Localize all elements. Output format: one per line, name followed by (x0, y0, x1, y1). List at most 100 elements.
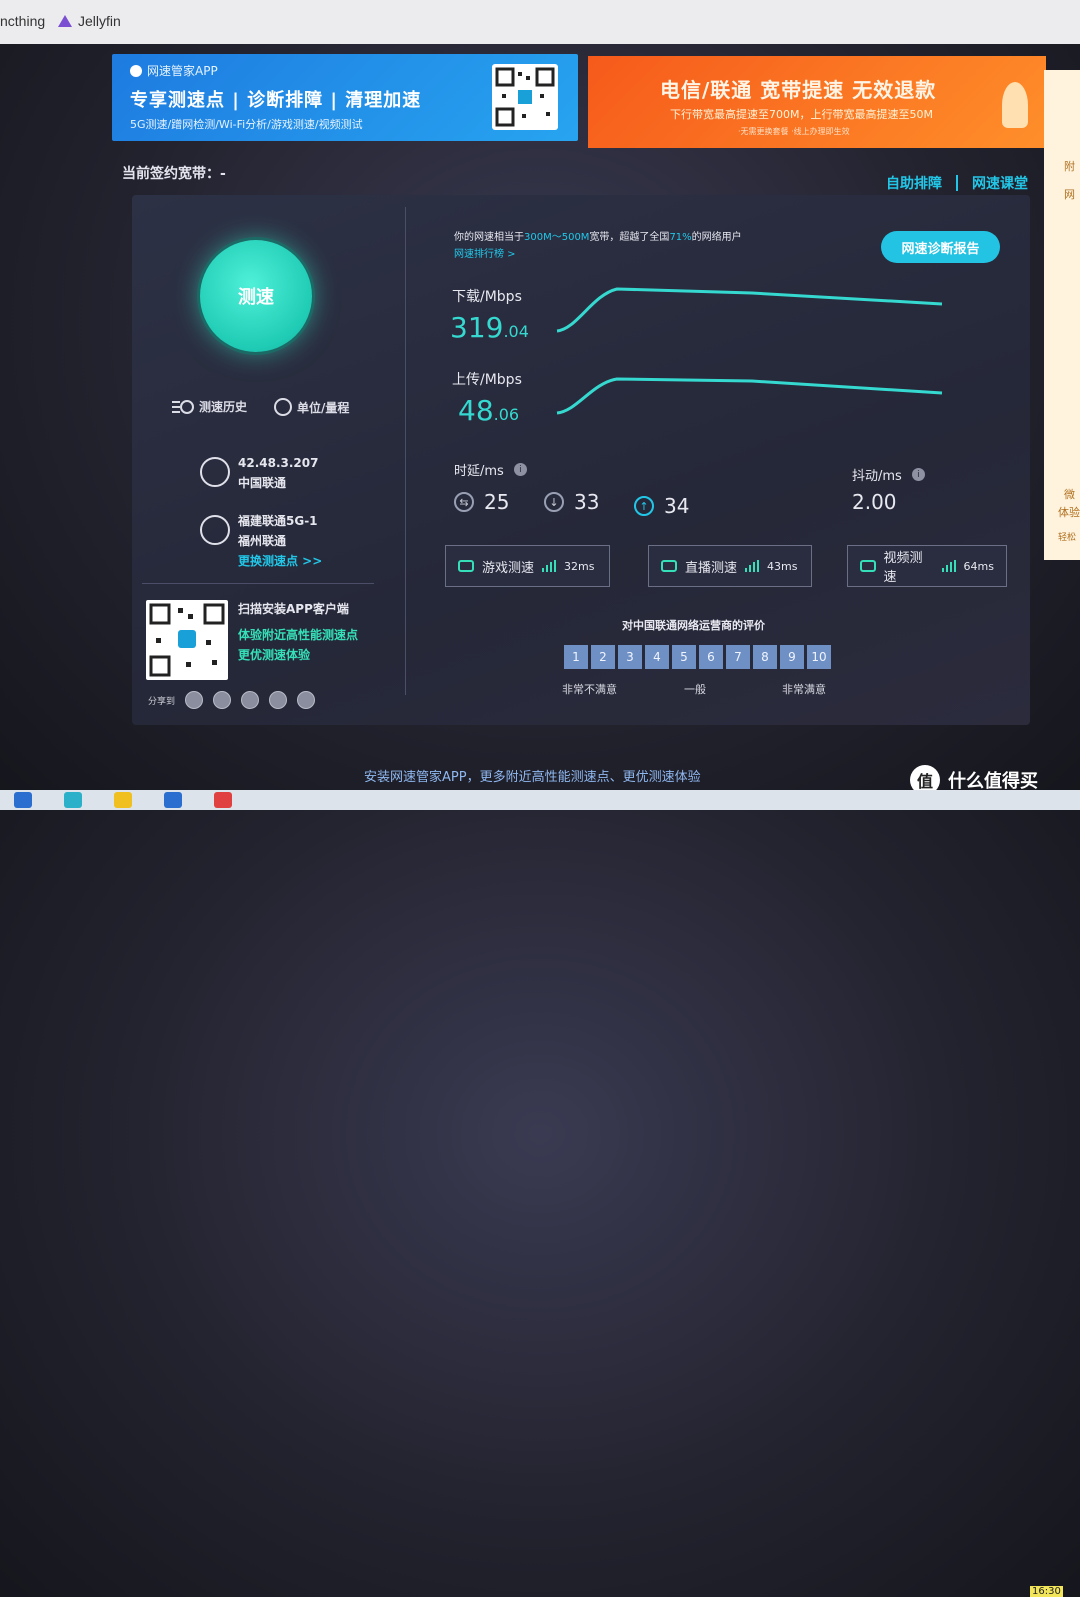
video-test-button[interactable]: 视频测速 64ms (847, 545, 1007, 587)
qr-code-icon (492, 64, 558, 130)
app-logo-icon (130, 64, 142, 77)
share-label: 分享到 (148, 696, 176, 707)
ping-icon: ⇆ (454, 492, 474, 512)
latency-ping-value: 25 (484, 490, 510, 514)
rating-high-label: 非常满意 (782, 683, 826, 696)
qr-title: 扫描安装APP客户端 (238, 602, 349, 616)
rating-mid-label: 一般 (684, 683, 706, 696)
location-pin-icon (200, 457, 230, 487)
rank-prefix: 你的网速相当于 (454, 232, 524, 243)
units-button[interactable]: 单位/量程 (274, 398, 349, 416)
rating-option[interactable]: 10 (807, 645, 831, 669)
bookmark-jellyfin[interactable]: Jellyfin (58, 13, 121, 29)
panel-divider (405, 207, 406, 695)
rating-option[interactable]: 2 (591, 645, 615, 669)
qq-icon[interactable] (241, 691, 260, 709)
jitter-header: 抖动/ms i (852, 465, 925, 484)
download-int: 319 (450, 311, 504, 344)
qr-line-2: 更优测速体验 (238, 648, 311, 662)
info-icon[interactable]: i (911, 468, 925, 481)
signal-bars-icon (941, 560, 956, 572)
test-ms: 64ms (963, 559, 994, 573)
signal-bars-icon (542, 560, 557, 572)
side-ad-text: 微 (1064, 488, 1075, 501)
gear-icon (274, 398, 292, 416)
bottom-promo[interactable]: 安装网速管家APP，更多附近高性能测速点、更优测速体验 (364, 766, 701, 785)
upload-int: 48 (458, 394, 494, 427)
speedtest-panel: 测速 测速历史 单位/量程 42.48.3.207 中国联通 福建联通5G-1 … (132, 195, 1030, 725)
bookmark-label: ncthing (0, 13, 46, 29)
history-label: 测速历史 (199, 400, 248, 414)
taskbar-app-icon[interactable] (114, 792, 132, 808)
ip-isp: 中国联通 (238, 476, 287, 490)
top-links: 自助排障 网速课堂 (886, 173, 1028, 193)
jellyfin-icon (58, 15, 72, 27)
banner-brand: 网速管家APP (130, 62, 218, 79)
speed-ranking-link[interactable]: 网速排行榜 > (454, 245, 516, 260)
side-ad-text: 轻松 (1058, 533, 1077, 543)
diagnosis-report-button[interactable]: 网速诊断报告 (881, 231, 1000, 263)
app-qr-code-icon (146, 600, 228, 680)
side-ad-text: 体验 (1058, 506, 1080, 519)
server-name: 福建联通5G-1 (238, 514, 318, 528)
latency-header: 时延/ms i (454, 460, 527, 479)
game-test-button[interactable]: 游戏测速 32ms (445, 545, 610, 587)
isp-speedup-banner[interactable]: 电信/联通 宽带提速 无效退款 下行带宽最高提速至700M，上行带宽最高提速至5… (588, 56, 1046, 148)
download-curve (556, 287, 943, 333)
app-banner[interactable]: 网速管家APP 专享测速点 | 诊断排障 | 清理加速 5G测速/蹭网检测/Wi… (112, 54, 578, 141)
self-troubleshoot-link[interactable]: 自助排障 (886, 173, 942, 193)
rating-option[interactable]: 8 (753, 645, 777, 669)
taskbar-app-icon[interactable] (214, 792, 232, 808)
qzone-star-icon[interactable] (269, 691, 288, 709)
rank-band: 300M～500M (524, 232, 590, 243)
history-button[interactable]: 测速历史 (172, 398, 247, 415)
test-ms: 32ms (564, 559, 595, 573)
rank-percent: 71% (669, 232, 692, 243)
wechat-icon[interactable] (185, 691, 204, 709)
arrow-up-icon: ↑ (634, 496, 654, 516)
side-ad-text: 附 (1064, 160, 1075, 173)
download-label: 下载/Mbps (452, 289, 522, 305)
contract-bandwidth: 当前签约宽带：- (122, 166, 226, 182)
ip-info: 42.48.3.207 中国联通 (200, 453, 318, 493)
weibo-icon[interactable] (213, 691, 232, 709)
banner-note: ·无需更换套餐 ·线上办理即生效 (738, 127, 850, 136)
download-value: 319.04 (450, 311, 529, 344)
test-label: 直播测速 (685, 560, 738, 576)
left-divider (142, 583, 374, 584)
bookmark-syncthing[interactable]: ncthing (0, 13, 45, 29)
latency-download: ↓ 33 (544, 490, 599, 514)
rating-option[interactable]: 7 (726, 645, 750, 669)
upload-dec: .06 (493, 405, 520, 424)
rank-suffix: 的网络用户 (691, 232, 742, 243)
film-icon (860, 560, 876, 572)
taskbar-app-icon[interactable] (14, 792, 32, 808)
start-test-button[interactable]: 测速 (200, 240, 312, 352)
link-divider (956, 175, 958, 191)
rating-option[interactable]: 6 (699, 645, 723, 669)
live-test-button[interactable]: 直播测速 43ms (648, 545, 812, 587)
banner-subline: 下行带宽最高提速至700M，上行带宽最高提速至50M (670, 108, 933, 121)
rating-option[interactable]: 4 (645, 645, 669, 669)
taskbar-app-icon[interactable] (64, 792, 82, 808)
side-ad-text: 网 (1064, 188, 1075, 201)
taskbar-app-icon[interactable] (164, 792, 182, 808)
rating-option[interactable]: 9 (780, 645, 804, 669)
latency-upload: ↑ 34 (634, 494, 689, 518)
banner-brand-text: 网速管家APP (147, 64, 218, 78)
test-ms: 43ms (767, 559, 798, 573)
rating-option[interactable]: 1 (564, 645, 588, 669)
ip-address: 42.48.3.207 (238, 456, 319, 470)
side-ad-card[interactable]: 附 网 微 体验 轻松 (1044, 70, 1080, 560)
change-server-link[interactable]: 更换测速点 >> (238, 551, 322, 571)
test-label: 游戏测速 (482, 560, 535, 576)
bookmarks-bar: ncthing Jellyfin (0, 0, 1080, 44)
banner-headline: 电信/联通 宽带提速 无效退款 (660, 78, 937, 102)
rating-option[interactable]: 3 (618, 645, 642, 669)
info-icon[interactable]: i (513, 463, 527, 476)
copy-link-icon[interactable] (297, 691, 316, 709)
speed-course-link[interactable]: 网速课堂 (972, 173, 1028, 193)
rating-option[interactable]: 5 (672, 645, 696, 669)
latency-label: 时延/ms (454, 464, 504, 479)
rocket-icon (1002, 82, 1028, 128)
